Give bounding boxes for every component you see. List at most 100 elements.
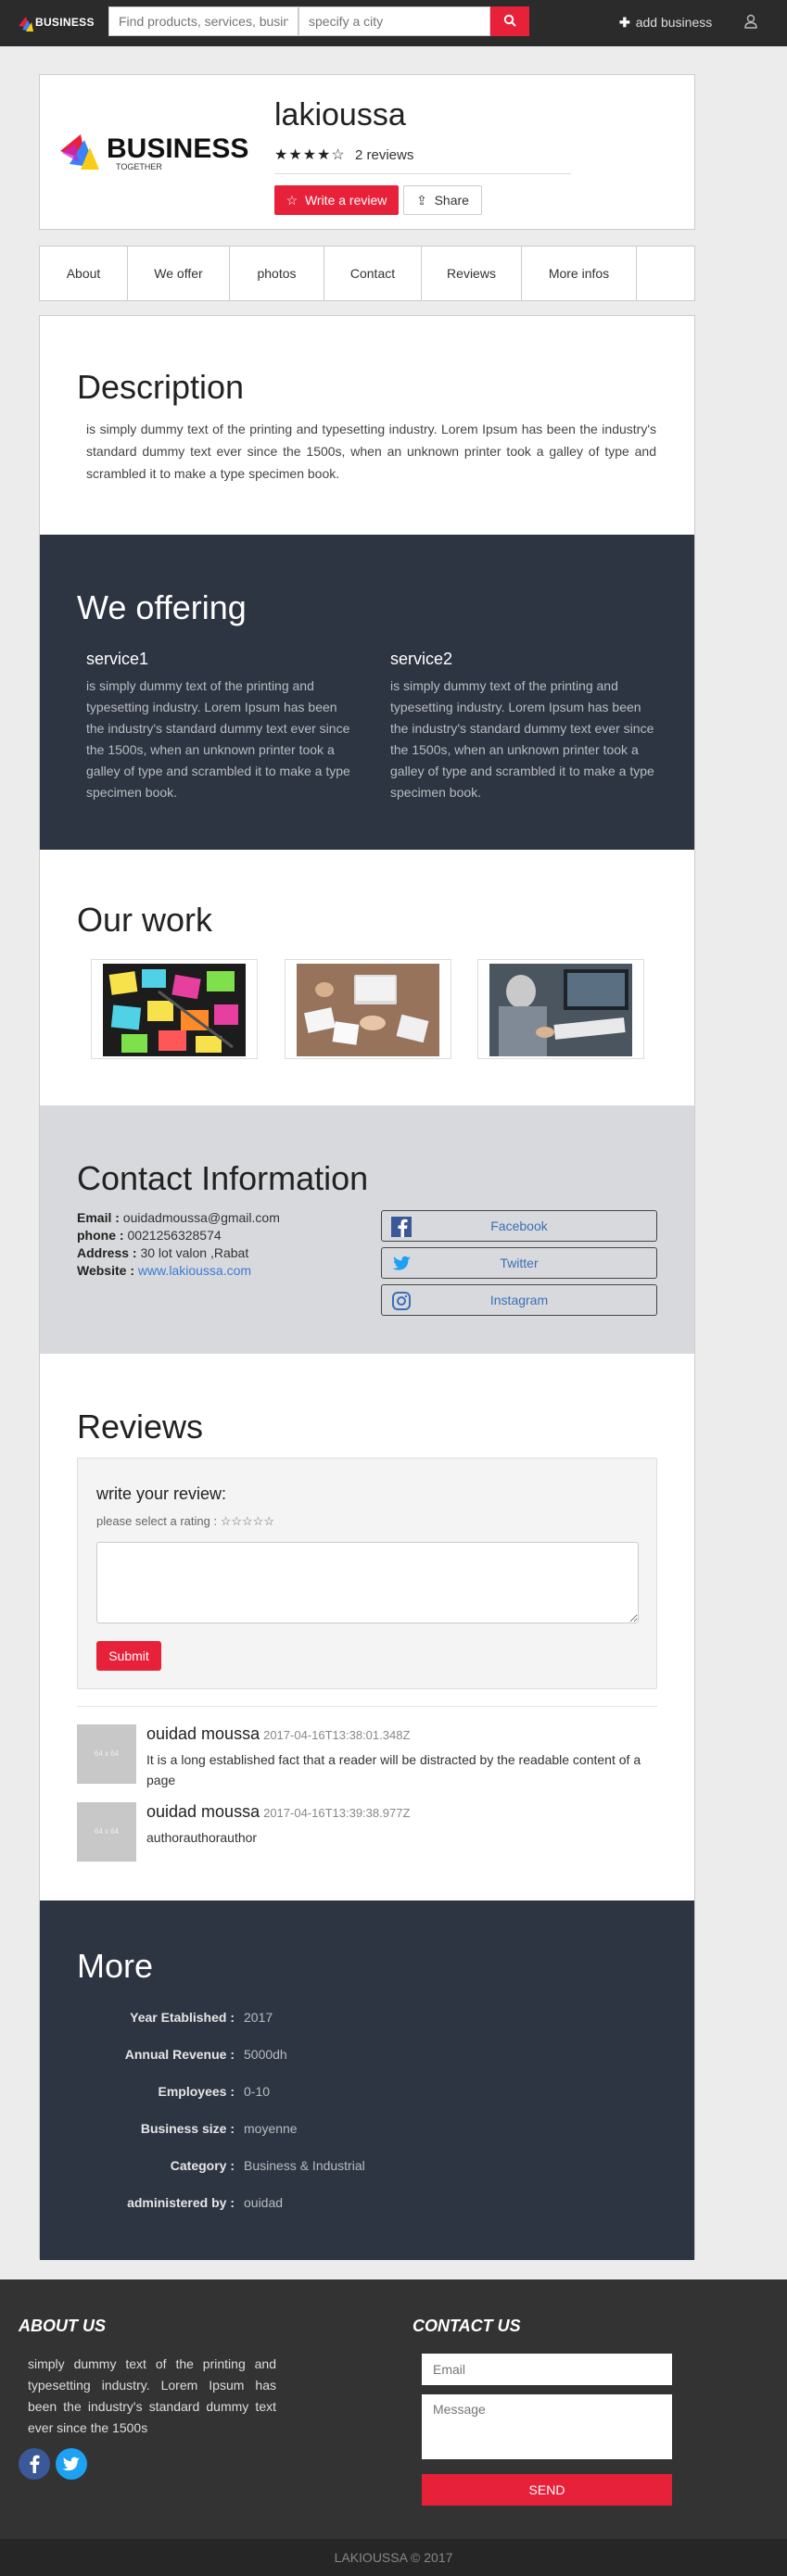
- phone-value: 0021256328574: [127, 1228, 222, 1243]
- more-label: Annual Revenue :: [124, 2047, 235, 2062]
- twitter-button[interactable]: Twitter: [381, 1247, 657, 1279]
- tab-photos[interactable]: photos: [230, 246, 324, 300]
- rating-stars: ★★★★☆: [274, 147, 346, 163]
- write-review-label: Write a review: [304, 192, 387, 208]
- service-text: is simply dummy text of the printing and…: [390, 678, 654, 800]
- more-value: moyenne: [244, 2121, 298, 2136]
- navbar-logo-text[interactable]: BUSINESS: [35, 16, 95, 29]
- computer-work-image: [489, 964, 632, 1056]
- email-label: Email :: [77, 1210, 120, 1225]
- facebook-button[interactable]: Facebook: [381, 1210, 657, 1242]
- reviews-section: Reviews write your review: please select…: [40, 1354, 694, 1900]
- search-input[interactable]: [108, 6, 298, 36]
- more-title: More: [77, 1947, 154, 1985]
- logo-subtitle: TOGETHER: [116, 162, 162, 171]
- facebook-round-button[interactable]: [19, 2448, 50, 2480]
- work-section: Our work: [40, 850, 694, 1105]
- twitter-round-button[interactable]: [56, 2448, 87, 2480]
- footer: ABOUT US simply dummy text of the printi…: [0, 2279, 787, 2539]
- contact-title: Contact Information: [77, 1159, 369, 1197]
- tab-reviews[interactable]: Reviews: [422, 246, 522, 300]
- divider: [274, 173, 571, 174]
- city-input[interactable]: [298, 6, 490, 36]
- description-text: is simply dummy text of the printing and…: [86, 422, 656, 481]
- more-value: 2017: [244, 2010, 273, 2025]
- rating-selector[interactable]: ☆☆☆☆☆: [221, 1514, 274, 1528]
- star-outline-icon: ☆: [286, 192, 298, 208]
- add-business-link[interactable]: ✚ add business: [619, 15, 712, 31]
- twitter-icon: [62, 2456, 80, 2471]
- facebook-label: Facebook: [490, 1219, 548, 1233]
- main-content: Description is simply dummy text of the …: [39, 315, 695, 2260]
- sticky-notes-image: [103, 964, 246, 1056]
- copyright: LAKIOUSSA © 2017: [0, 2539, 787, 2576]
- more-value: ouidad: [244, 2195, 284, 2210]
- review-author-row: ouidad moussa 2017-04-16T13:38:01.348Z: [146, 1724, 410, 1744]
- tab-more-infos[interactable]: More infos: [522, 246, 637, 300]
- avatar: 64 x 64: [77, 1724, 136, 1784]
- contact-section: Contact Information Email : ouidadmoussa…: [40, 1105, 694, 1354]
- instagram-button[interactable]: Instagram: [381, 1284, 657, 1316]
- work-title: Our work: [77, 901, 213, 939]
- review-author-row: ouidad moussa 2017-04-16T13:39:38.977Z: [146, 1802, 410, 1822]
- rating-prompt: please select a rating : ☆☆☆☆☆: [96, 1514, 274, 1529]
- business-name: lakioussa: [274, 97, 406, 133]
- more-label: Business size :: [140, 2121, 235, 2136]
- footer-email-input[interactable]: [422, 2354, 672, 2385]
- business-header-card: BUSINESS TOGETHER lakioussa ★★★★☆ 2 revi…: [39, 74, 695, 230]
- about-us-title: ABOUT US: [19, 2317, 106, 2335]
- work-thumbnail[interactable]: [285, 959, 451, 1059]
- work-thumbnail[interactable]: [477, 959, 644, 1059]
- contact-phone-row: phone : 0021256328574: [77, 1228, 222, 1243]
- search-icon: [503, 14, 516, 27]
- more-label: Category :: [170, 2158, 235, 2173]
- plus-icon: ✚: [619, 15, 630, 30]
- tab-contact[interactable]: Contact: [324, 246, 422, 300]
- facebook-icon: [391, 1217, 412, 1237]
- footer-message-input[interactable]: [422, 2394, 672, 2459]
- review-text: It is a long established fact that a rea…: [146, 1752, 641, 1787]
- twitter-icon: [392, 1256, 411, 1270]
- instagram-label: Instagram: [489, 1293, 549, 1307]
- divider: [77, 1706, 657, 1707]
- add-business-label: add business: [635, 15, 713, 30]
- top-navbar: BUSINESS ✚ add business: [0, 0, 787, 46]
- review-date: 2017-04-16T13:39:38.977Z: [263, 1806, 411, 1820]
- share-button[interactable]: ⇪ Share: [403, 185, 482, 215]
- rating-prompt-label: please select a rating :: [96, 1514, 218, 1528]
- user-icon[interactable]: [742, 12, 760, 31]
- review-text: authorauthorauthor: [146, 1830, 258, 1845]
- tab-we-offer[interactable]: We offer: [128, 246, 230, 300]
- review-date: 2017-04-16T13:38:01.348Z: [263, 1728, 411, 1742]
- reviews-title: Reviews: [77, 1408, 204, 1446]
- share-label: Share: [434, 192, 469, 208]
- contact-us-title: CONTACT US: [413, 2317, 521, 2335]
- contact-website-row: Website : www.lakioussa.com: [77, 1263, 251, 1278]
- contact-address-row: Address : 30 lot valon ,Rabat: [77, 1245, 248, 1260]
- more-value: 5000dh: [244, 2047, 287, 2062]
- write-review-button[interactable]: ☆ Write a review: [274, 185, 399, 215]
- facebook-icon: [30, 2455, 40, 2473]
- avatar: 64 x 64: [77, 1802, 136, 1862]
- tab-about[interactable]: About: [40, 246, 128, 300]
- search-button[interactable]: [490, 6, 529, 36]
- address-label: Address :: [77, 1245, 137, 1260]
- review-author: ouidad moussa: [146, 1724, 260, 1743]
- about-us-text: simply dummy text of the printing and ty…: [28, 2356, 276, 2435]
- phone-label: phone :: [77, 1228, 124, 1243]
- section-tabs: About We offer photos Contact Reviews Mo…: [39, 246, 695, 301]
- desk-meeting-image: [297, 964, 439, 1056]
- share-icon: ⇪: [416, 192, 427, 208]
- offering-section: We offering service1 is simply dummy tex…: [40, 535, 694, 850]
- reviews-count[interactable]: 2 reviews: [355, 147, 413, 163]
- website-link[interactable]: www.lakioussa.com: [138, 1263, 251, 1278]
- review-form-title: write your review:: [96, 1484, 227, 1503]
- more-label: Employees :: [158, 2084, 235, 2099]
- contact-email-row: Email : ouidadmoussa@gmail.com: [77, 1210, 280, 1225]
- review-textarea[interactable]: [96, 1542, 639, 1623]
- work-thumbnail[interactable]: [91, 959, 258, 1059]
- submit-review-button[interactable]: Submit: [96, 1641, 161, 1671]
- send-button[interactable]: SEND: [422, 2474, 672, 2506]
- service-title: service2: [390, 650, 453, 668]
- twitter-label: Twitter: [500, 1256, 539, 1270]
